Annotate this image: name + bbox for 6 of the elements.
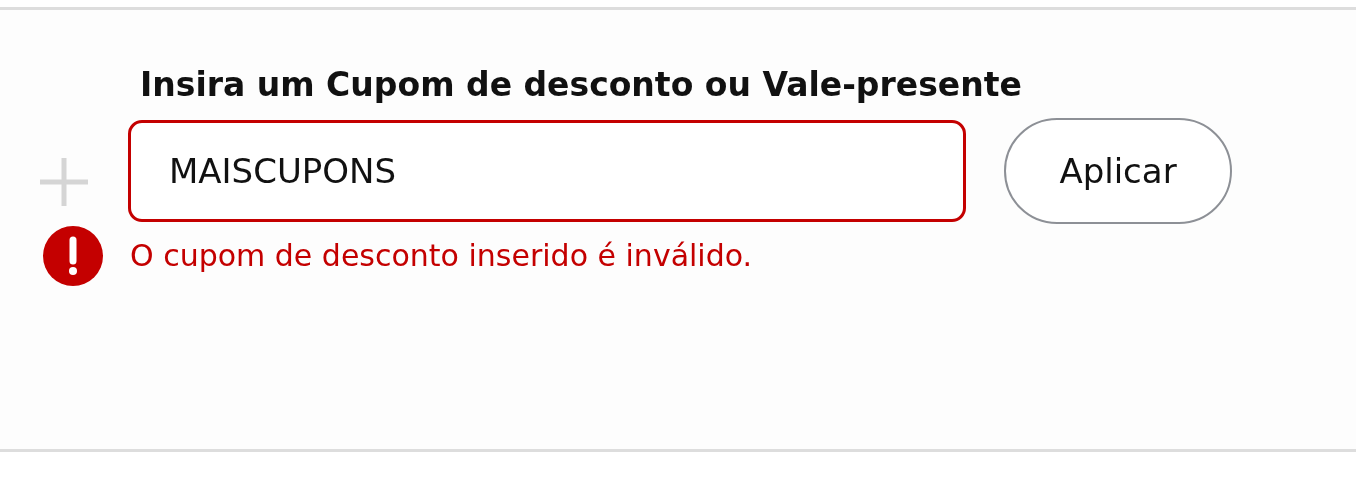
error-icon bbox=[43, 226, 103, 286]
coupon-label: Insira um Cupom de desconto ou Vale-presente bbox=[140, 64, 1022, 106]
plus-icon bbox=[38, 156, 90, 208]
error-message: O cupom de desconto inserido é inválido. bbox=[130, 237, 753, 275]
apply-button[interactable]: Aplicar bbox=[1004, 118, 1232, 224]
coupon-input-field[interactable]: MAISCUPONS bbox=[128, 120, 966, 222]
